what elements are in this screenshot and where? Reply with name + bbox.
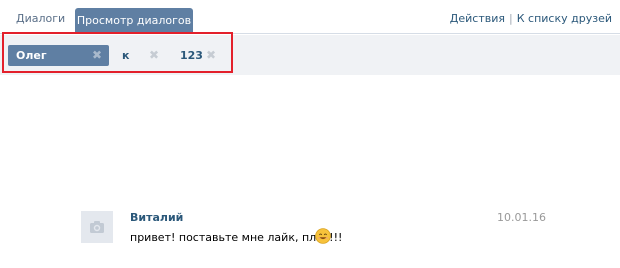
actions-link[interactable]: Действия [450, 12, 505, 25]
avatar[interactable] [81, 211, 113, 243]
message-author[interactable]: Виталий [130, 211, 183, 224]
friends-list-link[interactable]: К списку друзей [517, 12, 612, 25]
separator: | [509, 12, 513, 25]
tab-view-dialogs[interactable]: Просмотр диалогов [75, 8, 193, 34]
tab-dialogs[interactable]: Диалоги [16, 12, 65, 25]
camera-icon [90, 221, 104, 233]
top-tab-bar: Диалоги Просмотр диалогов Действия | К спи… [0, 0, 620, 34]
dialogs-page: Диалоги Просмотр диалогов Действия | К спи… [0, 0, 620, 268]
smile-emoji [315, 228, 331, 244]
highlight-box [2, 32, 233, 73]
header-actions: Действия | К списку друзей [450, 12, 612, 25]
message-date: 10.01.16 [497, 211, 546, 224]
message-text: привет! поставьте мне лайк, плиз!!! [130, 231, 343, 244]
